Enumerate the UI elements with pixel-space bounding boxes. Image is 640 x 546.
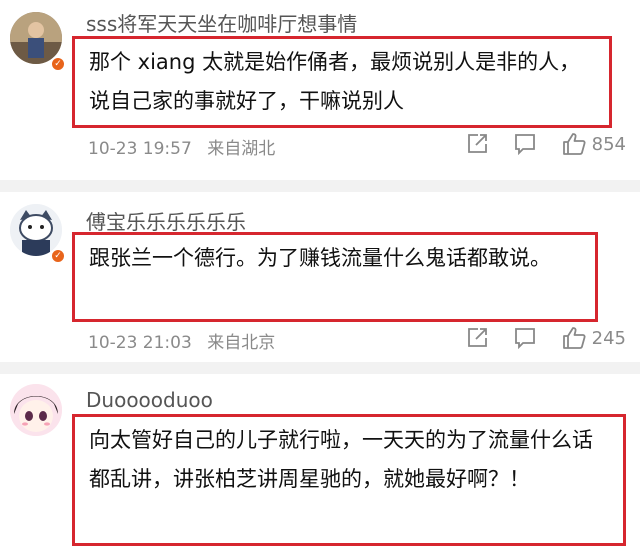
comment-2: ✓ 傅宝乐乐乐乐乐乐 跟张兰一个德行。为了赚钱流量什么鬼话都敢说。 10-23 …: [0, 192, 640, 362]
comment-meta: 10-23 19:57 来自湖北: [88, 134, 285, 159]
location: 来自北京: [207, 333, 276, 353]
username[interactable]: sss将军天天坐在咖啡厅想事情: [86, 8, 357, 37]
like-button[interactable]: 854: [562, 132, 626, 156]
comment-text-content: 那个 xiang 太就是始作俑者，最烦说别人是非的人，说自己家的事就好了，干嘛说…: [89, 50, 581, 113]
comment-text: 向太管好自己的儿子就行啦，一天天的为了流量什么话都乱讲，讲张柏芝讲周星驰的，就她…: [72, 414, 626, 546]
share-button[interactable]: [466, 133, 488, 155]
share-button[interactable]: [466, 327, 488, 349]
avatar-anime-icon: [10, 384, 62, 436]
comment-button[interactable]: [514, 133, 536, 155]
share-icon: [467, 328, 487, 347]
verified-badge-icon: ✓: [50, 56, 66, 72]
like-count: 245: [591, 327, 626, 349]
username[interactable]: Duooooduoo: [86, 388, 213, 412]
comment-text: 那个 xiang 太就是始作俑者，最烦说别人是非的人，说自己家的事就好了，干嘛说…: [72, 36, 612, 128]
comment-meta: 10-23 21:03 来自北京: [88, 328, 285, 353]
avatar[interactable]: [10, 384, 62, 436]
verified-badge-icon: ✓: [50, 248, 66, 264]
comment-button[interactable]: [514, 327, 536, 349]
timestamp: 10-23 21:03: [88, 333, 192, 353]
comment-actions: 245: [440, 324, 626, 352]
like-button[interactable]: 245: [562, 326, 626, 350]
comment-actions: 854: [440, 130, 626, 158]
comment-text-content: 向太管好自己的儿子就行啦，一天天的为了流量什么话都乱讲，讲张柏芝讲周星驰的，就她…: [89, 428, 593, 491]
username[interactable]: 傅宝乐乐乐乐乐乐: [86, 206, 246, 235]
comment-1: ✓ sss将军天天坐在咖啡厅想事情 那个 xiang 太就是始作俑者，最烦说别人…: [0, 0, 640, 180]
comment-divider: [0, 362, 640, 374]
like-icon: [562, 327, 586, 349]
comment-divider: [0, 180, 640, 192]
share-icon: [467, 134, 487, 153]
comment-icon: [514, 328, 535, 349]
comment-text: 跟张兰一个德行。为了赚钱流量什么鬼话都敢说。: [72, 232, 598, 322]
like-icon: [562, 133, 586, 155]
location: 来自湖北: [207, 139, 276, 159]
comment-3: Duooooduoo 向太管好自己的儿子就行啦，一天天的为了流量什么话都乱讲，讲…: [0, 374, 640, 546]
like-count: 854: [591, 133, 626, 155]
comment-icon: [514, 134, 535, 155]
comment-text-content: 跟张兰一个德行。为了赚钱流量什么鬼话都敢说。: [89, 246, 551, 270]
timestamp: 10-23 19:57: [88, 139, 192, 159]
